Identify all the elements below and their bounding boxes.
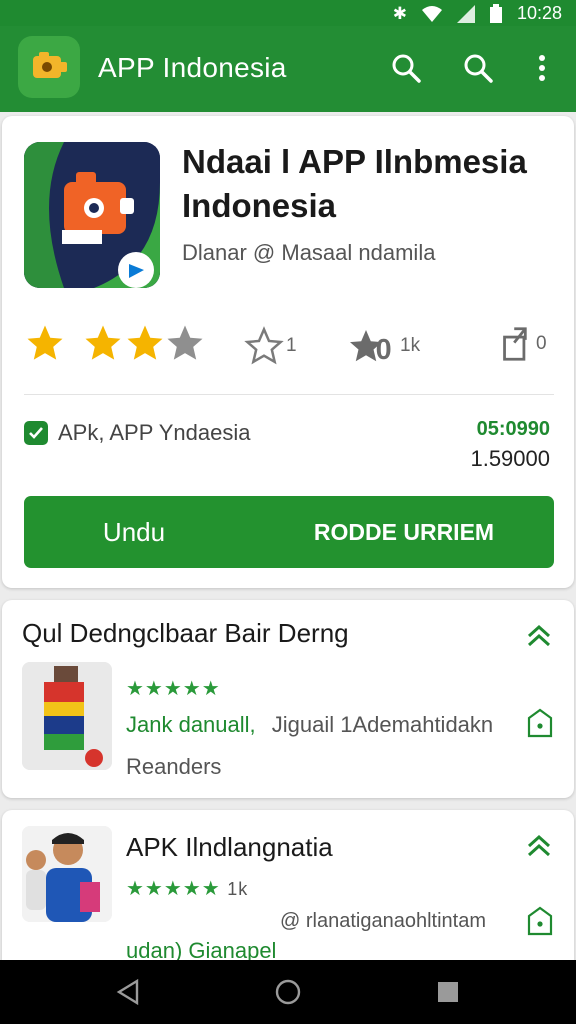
section-title: Qul Dedngclbaar Bair Derng [22,618,349,648]
overflow-menu-button[interactable] [524,50,560,86]
download-stat[interactable]: 0 1k [350,326,420,366]
item-title-2: APK Ilndlangnatia [126,832,333,862]
verified-check-icon [24,421,48,445]
search-button[interactable] [388,50,424,86]
divider [24,394,554,395]
item-handle-2: @ rlanatiganaohltintam [280,910,486,932]
item-line: Jank danuall, Jiguail 1Ademahtidakn [126,712,493,738]
download-stat-value: 1k [400,335,421,356]
app-thumbnail[interactable] [22,662,112,770]
share-icon [503,327,527,361]
rating-row: 1 0 1k 0 [24,322,564,366]
chevron-up-icon[interactable] [524,620,554,650]
install-badge-icon[interactable] [526,708,554,738]
more-vert-icon [539,55,545,81]
download-button[interactable]: Undu [24,496,244,568]
apk-label: APk, APP Yndaesia [58,420,251,445]
search-icon [464,54,493,83]
star-filled-icon [85,325,121,360]
battery-icon [489,3,502,23]
star-empty-icon [167,325,203,360]
search-icon [392,54,421,83]
status-icons: ✱ 10:28 [393,3,562,24]
recents-icon [438,982,458,1002]
review-button[interactable]: RODDE URRIEM [254,496,554,568]
home-icon [275,979,301,1005]
signal-icon [456,4,475,23]
back-button[interactable] [112,976,144,1008]
system-nav-bar [0,960,576,1024]
price-green: 05:0990 [476,418,550,440]
wifi-icon [421,5,442,22]
app-bar-title: APP Indonesia [98,52,287,83]
bluetooth-icon: ✱ [392,3,407,23]
related-apps-card: Qul Dedngclbaar Bair Derng ★★★★★ Jank da… [2,600,574,798]
star-filled-icon [127,325,163,360]
app-thumbnail-2[interactable] [22,826,112,922]
star-filled-icon [27,325,63,360]
search-button-2[interactable] [460,50,496,86]
related-app-card-2: APK Ilndlangnatia ★★★★★ 1k @ rlanatigana… [2,810,574,970]
star-badge-icon: 0 [350,330,392,366]
app-detail-card: Ndaai l APP Ilnbmesia Indonesia Dlanar @… [2,116,574,588]
home-button[interactable] [272,976,304,1008]
developer-name[interactable]: Dlanar @ Masaal ndamila [182,240,435,266]
back-icon [116,978,139,1006]
status-bar: ✱ 10:28 [0,0,576,26]
app-bar: APP Indonesia [0,26,576,112]
app-logo-icon[interactable] [18,36,80,98]
svg-text:0: 0 [376,334,392,366]
item-stars: ★★★★★ [126,678,221,700]
rate-stat[interactable]: 1 [244,326,297,366]
item-sub: Reanders [126,754,222,779]
status-time: 10:28 [516,3,562,23]
recents-button[interactable] [432,976,464,1008]
item-line-grey: Jiguail 1Ademahtidakn [271,712,494,737]
price: 1.59000 [470,446,550,471]
star-outline-icon [244,326,284,365]
item-stars-2: ★★★★★ 1k [126,878,249,900]
share-stat[interactable]: 0 [500,326,547,362]
rate-stat-value: 1 [286,335,297,356]
item-line-green: Jank danuall, [126,712,256,737]
install-badge-icon[interactable] [526,906,554,936]
app-icon [24,142,160,288]
action-button-bar: Undu RODDE URRIEM [24,496,554,568]
app-title: Ndaai l APP Ilnbmesia Indonesia [182,143,527,224]
chevron-up-icon[interactable] [524,830,554,860]
share-stat-value: 0 [536,333,547,354]
